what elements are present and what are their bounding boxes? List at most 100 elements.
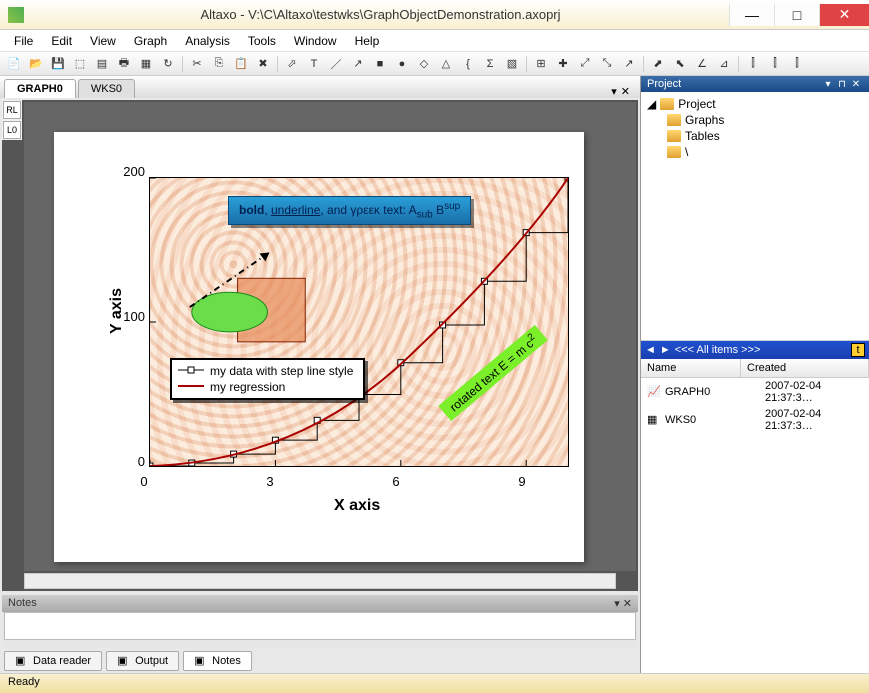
menu-window[interactable]: Window [286, 32, 345, 50]
tree-item[interactable]: \ [667, 144, 863, 160]
window-buttons: — □ ✕ [729, 4, 869, 26]
panel-pin-icon[interactable]: ⊓ [835, 79, 849, 90]
toolbar-btn-18[interactable]: ■ [370, 54, 390, 74]
x-tick: 0 [134, 474, 154, 489]
toolbar-btn-17[interactable]: ↗ [348, 54, 368, 74]
list-row[interactable]: ▦ WKS0 2007-02-04 21:37:3… [641, 406, 869, 434]
bottom-tab-output[interactable]: ▣Output [106, 651, 179, 671]
layer-marker-RL[interactable]: RL [3, 101, 21, 119]
toolbar-btn-33[interactable]: ⬉ [670, 54, 690, 74]
item-name: WKS0 [665, 414, 761, 426]
notes-dropdown-icon[interactable]: ▾ [614, 597, 620, 610]
legend-label: my data with step line style [210, 364, 353, 378]
statusbar: Ready [0, 673, 869, 693]
toolbar-btn-26[interactable]: ⊞ [531, 54, 551, 74]
notes-textarea[interactable] [4, 612, 636, 640]
toolbar-btn-30[interactable]: ↗ [619, 54, 639, 74]
toolbar-btn-3[interactable]: ⬚ [70, 54, 90, 74]
menu-edit[interactable]: Edit [43, 32, 80, 50]
toolbar-btn-38[interactable]: ⫿ [765, 54, 785, 74]
toolbar-btn-16[interactable]: ／ [326, 54, 346, 74]
document-tabs: GRAPH0WKS0 ▾ ✕ [0, 76, 640, 98]
toolbar-btn-20[interactable]: ◇ [414, 54, 434, 74]
toolbar-btn-29[interactable]: ⤡ [597, 54, 617, 74]
tree-item[interactable]: Graphs [667, 112, 863, 128]
horizontal-scrollbar[interactable] [24, 573, 616, 589]
toolbar-btn-27[interactable]: ✚ [553, 54, 573, 74]
doc-tab-wks0[interactable]: WKS0 [78, 79, 135, 98]
toolbar-btn-24[interactable]: ▧ [502, 54, 522, 74]
bottom-tab-notes[interactable]: ▣Notes [183, 651, 252, 671]
toolbar-btn-22[interactable]: { [458, 54, 478, 74]
menu-analysis[interactable]: Analysis [177, 32, 238, 50]
toolbar-btn-4[interactable]: ▤ [92, 54, 112, 74]
tab-close-icon[interactable]: ✕ [621, 85, 630, 98]
graph-page[interactable]: Y axis X axis 0100200 0369 bold, underli… [54, 132, 584, 562]
menu-help[interactable]: Help [347, 32, 388, 50]
legend-entry: my data with step line style [178, 363, 357, 379]
toolbar-btn-37[interactable]: ⫿ [743, 54, 763, 74]
toolbar-btn-19[interactable]: ● [392, 54, 412, 74]
toolbar-btn-6[interactable]: ▦ [136, 54, 156, 74]
toolbar-btn-5[interactable]: 🖶 [114, 54, 134, 74]
toolbar: 📄📂💾⬚▤🖶▦↻✂⎘📋✖⬀T／↗■●◇△{Σ▧⊞✚⤢⤡↗⬈⬉∠⊿⫿⫿⫿ [0, 52, 869, 76]
toolbar-btn-0[interactable]: 📄 [4, 54, 24, 74]
project-tree[interactable]: ◢ Project Graphs Tables \ [641, 92, 869, 341]
panel-close-icon[interactable]: ✕ [849, 79, 863, 90]
menu-view[interactable]: View [82, 32, 124, 50]
toolbar-btn-39[interactable]: ⫿ [787, 54, 807, 74]
toolbar-btn-11[interactable]: 📋 [231, 54, 251, 74]
table-icon: ▦ [647, 413, 661, 427]
notes-close-icon[interactable]: ✕ [623, 597, 632, 610]
toolbar-btn-14[interactable]: ⬀ [282, 54, 302, 74]
panel-dropdown-icon[interactable]: ▾ [821, 79, 835, 90]
chart-icon: 📈 [647, 385, 661, 399]
nav-back-icon[interactable]: ◄ [645, 344, 656, 356]
toolbar-btn-35[interactable]: ⊿ [714, 54, 734, 74]
item-list-header: ◄ ► <<< All items >>> t [641, 341, 869, 359]
tree-root[interactable]: ◢ Project [647, 96, 863, 112]
col-header-name[interactable]: Name [641, 359, 741, 377]
menu-tools[interactable]: Tools [240, 32, 284, 50]
maximize-button[interactable]: □ [774, 4, 819, 26]
tab-dropdown-icon[interactable]: ▾ [611, 85, 617, 98]
toolbar-btn-7[interactable]: ↻ [158, 54, 178, 74]
menu-file[interactable]: File [6, 32, 41, 50]
folder-icon [667, 146, 681, 158]
tree-item[interactable]: Tables [667, 128, 863, 144]
list-up-icon[interactable]: t [851, 343, 865, 357]
layer-marker-L0[interactable]: L0 [3, 121, 21, 139]
toolbar-btn-15[interactable]: T [304, 54, 324, 74]
tree-expand-icon[interactable]: ◢ [647, 97, 656, 111]
toolbar-btn-2[interactable]: 💾 [48, 54, 68, 74]
toolbar-btn-32[interactable]: ⬈ [648, 54, 668, 74]
list-row[interactable]: 📈GRAPH02007-02-04 21:37:3… [641, 378, 869, 406]
item-created: 2007-02-04 21:37:3… [765, 408, 863, 432]
nav-fwd-icon[interactable]: ► [660, 344, 671, 356]
menu-graph[interactable]: Graph [126, 32, 175, 50]
plot-area[interactable]: bold, underline, and γρεεκ text: Asub Bs… [149, 177, 569, 467]
legend[interactable]: my data with step line stylemy regressio… [170, 358, 365, 400]
toolbar-btn-28[interactable]: ⤢ [575, 54, 595, 74]
tab-icon: ▣ [194, 654, 208, 668]
graph-editor[interactable]: RL L0 Y axis X axis 0100200 0369 bold, un… [2, 100, 638, 591]
toolbar-btn-21[interactable]: △ [436, 54, 456, 74]
doc-tab-graph0[interactable]: GRAPH0 [4, 79, 76, 98]
minimize-button[interactable]: — [729, 4, 774, 26]
toolbar-btn-23[interactable]: Σ [480, 54, 500, 74]
toolbar-btn-34[interactable]: ∠ [692, 54, 712, 74]
side-panels: Project ▾ ⊓ ✕ ◢ Project Graphs Tables \ … [641, 76, 869, 673]
toolbar-btn-12[interactable]: ✖ [253, 54, 273, 74]
close-button[interactable]: ✕ [819, 4, 869, 26]
item-list[interactable]: Name Created 📈GRAPH02007-02-04 21:37:3…▦… [641, 359, 869, 434]
project-panel-header: Project ▾ ⊓ ✕ [641, 76, 869, 92]
x-axis-label[interactable]: X axis [334, 497, 380, 515]
toolbar-btn-1[interactable]: 📂 [26, 54, 46, 74]
toolbar-btn-9[interactable]: ✂ [187, 54, 207, 74]
col-header-created[interactable]: Created [741, 359, 869, 377]
window-title: Altaxo - V:\C\Altaxo\testwks\GraphObject… [32, 7, 729, 22]
toolbar-btn-10[interactable]: ⎘ [209, 54, 229, 74]
bottom-tab-data-reader[interactable]: ▣Data reader [4, 651, 102, 671]
titlebar: Altaxo - V:\C\Altaxo\testwks\GraphObject… [0, 0, 869, 30]
notes-panel-title: Notes [8, 597, 37, 610]
